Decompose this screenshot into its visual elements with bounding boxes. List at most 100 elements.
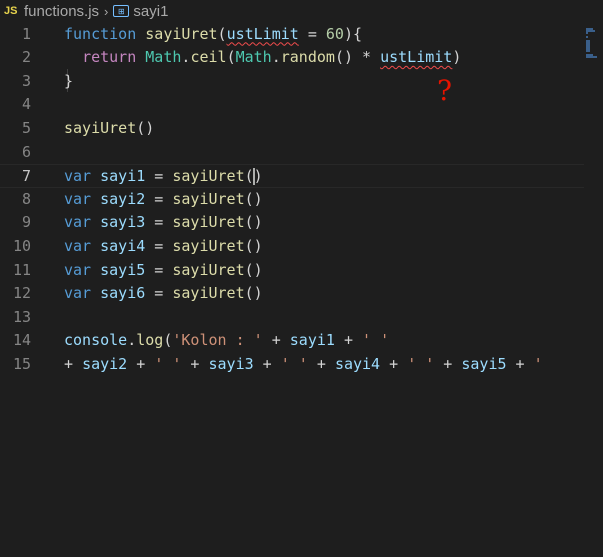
code-token: sayi6	[100, 284, 146, 303]
code-token: sayi2	[100, 189, 146, 208]
breadcrumb: JS functions.js › ⊞ sayi1	[0, 0, 603, 22]
code-text: function sayiUret(ustLimit = 60){	[64, 23, 362, 47]
code-line[interactable]: 1 function sayiUret(ustLimit = 60){	[0, 23, 584, 47]
minimap-line	[586, 36, 588, 38]
code-text: return Math.ceil(Math.random() * ustLimi…	[64, 46, 461, 70]
code-token: sayi5	[100, 260, 146, 279]
code-token: sayi3	[208, 354, 254, 373]
code-token: sayi1	[289, 331, 335, 350]
minimap[interactable]	[584, 22, 603, 557]
code-token: '	[533, 354, 543, 373]
minimap-line	[586, 56, 597, 58]
code-line[interactable]: 4	[0, 93, 584, 117]
code-token: +	[127, 354, 155, 373]
code-token: =	[145, 213, 173, 232]
question-mark-annotation: ?	[437, 74, 453, 107]
code-line[interactable]: 5 sayiUret()	[0, 117, 584, 141]
code-token: 'Kolon : '	[172, 331, 263, 350]
code-token: var	[64, 284, 92, 303]
breadcrumb-symbol-name[interactable]: sayi1	[133, 3, 168, 20]
code-token: sayiUret	[172, 260, 245, 279]
code-token: ceil	[190, 48, 227, 67]
code-token: +	[506, 354, 534, 373]
code-text: var sayi6 = sayiUret()	[64, 282, 263, 306]
code-token: Math	[235, 48, 272, 67]
code-token: ' '	[407, 354, 435, 373]
code-token: +	[380, 354, 408, 373]
code-token: =	[145, 260, 173, 279]
line-number: 8	[21, 189, 31, 208]
code-token: ()	[244, 189, 263, 208]
code-line[interactable]: 10 var sayi4 = sayiUret()	[0, 235, 584, 259]
code-token: return	[82, 48, 137, 67]
code-token: +	[307, 354, 335, 373]
code-token: +	[181, 354, 209, 373]
code-token: sayi4	[334, 354, 381, 373]
line-number: 4	[21, 95, 31, 114]
code-token: )	[452, 48, 462, 67]
code-token: ){	[343, 24, 363, 43]
code-text: var sayi1 = sayiUret()	[64, 165, 263, 189]
code-text: var sayi4 = sayiUret()	[64, 235, 263, 259]
code-token: function	[64, 24, 137, 43]
code-token: Math	[145, 48, 182, 67]
breadcrumb-file-name[interactable]: functions.js	[24, 3, 99, 20]
code-line[interactable]: 14 console.log('Kolon : ' + sayi1 + ' '	[0, 329, 584, 353]
code-token: () *	[334, 48, 381, 67]
code-token: sayiUret	[145, 24, 218, 43]
code-line[interactable]: 6	[0, 141, 584, 165]
line-number: 2	[21, 48, 31, 67]
code-token: log	[136, 331, 164, 350]
code-token: sayi1	[100, 167, 146, 186]
code-line[interactable]: 13	[0, 306, 584, 330]
code-text: }	[64, 70, 73, 94]
code-token: (	[226, 48, 236, 67]
line-number: 7	[21, 167, 31, 186]
code-token: sayi3	[100, 213, 146, 232]
code-token: +	[253, 354, 281, 373]
code-token: ()	[244, 260, 263, 279]
code-line[interactable]: 12 var sayi6 = sayiUret()	[0, 282, 584, 306]
code-token: ()	[244, 284, 263, 303]
code-line[interactable]: 9 var sayi3 = sayiUret()	[0, 211, 584, 235]
code-line[interactable]: 8 var sayi2 = sayiUret()	[0, 188, 584, 212]
code-token: .	[271, 48, 281, 67]
code-token: =	[298, 24, 326, 43]
code-token: +	[262, 331, 290, 350]
line-number: 3	[21, 71, 31, 90]
code-token: sayiUret	[172, 167, 245, 186]
code-token: sayiUret	[172, 284, 245, 303]
code-token: sayi5	[461, 354, 507, 373]
code-token: +	[334, 331, 363, 350]
minimap-line	[586, 50, 590, 52]
code-token: sayiUret	[172, 236, 245, 255]
code-line[interactable]: 2 return Math.ceil(Math.random() * ustLi…	[0, 46, 584, 70]
code-token: ' '	[362, 331, 390, 350]
code-line[interactable]: 7 var sayi1 = sayiUret()	[0, 164, 584, 188]
line-number: 10	[12, 236, 31, 255]
code-token: sayi2	[82, 354, 128, 373]
code-line[interactable]: 3}	[0, 70, 584, 94]
line-number: 12	[12, 284, 31, 303]
code-token: var	[64, 236, 92, 255]
code-token: }	[64, 71, 74, 90]
code-token: console	[64, 331, 128, 350]
code-token: +	[64, 354, 83, 373]
code-token: +	[434, 354, 462, 373]
code-token: )	[253, 167, 263, 186]
code-token: ()	[244, 213, 263, 232]
code-editor[interactable]: 1 function sayiUret(ustLimit = 60){2 retu…	[0, 22, 603, 557]
code-token: random	[280, 48, 335, 67]
code-token: ' '	[154, 354, 182, 373]
code-token: .	[127, 331, 137, 350]
code-token: var	[64, 167, 92, 186]
code-token: =	[145, 284, 173, 303]
code-line[interactable]: 15 + sayi2 + ' ' + sayi3 + ' ' + sayi4 + …	[0, 353, 584, 377]
code-line[interactable]: 11 var sayi5 = sayiUret()	[0, 259, 584, 283]
